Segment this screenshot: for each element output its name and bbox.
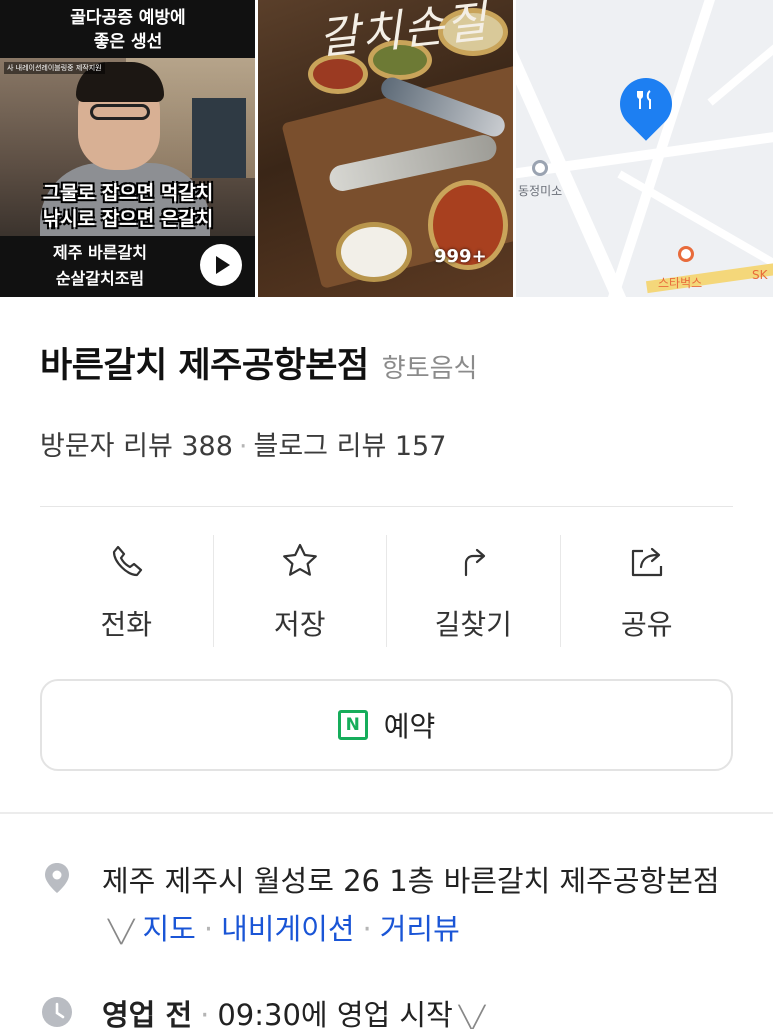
video-caption-bottom-line-2: 순살갈치조림 [55, 269, 145, 288]
hours-status: 영업 전 [102, 998, 193, 1029]
person-glasses [90, 104, 150, 120]
video-caption-bottom-text: 제주 바른갈치 순살갈치조림 [0, 240, 200, 292]
map-poi-icon [532, 160, 548, 176]
map-poi-label: SK [752, 268, 768, 282]
directions-icon [465, 548, 486, 577]
chevron-down-icon[interactable]: ╲╱ [459, 1006, 486, 1029]
action-bar: 전화 저장 길찾기 공유 [40, 535, 733, 647]
directions-button[interactable]: 길찾기 [386, 535, 560, 647]
save-label: 저장 [273, 608, 326, 641]
directions-label: 길찾기 [434, 608, 512, 641]
separator-dot: · [200, 998, 210, 1029]
hours-text-block: 영업 전 · 09:30에 영업 시작 ╲╱ [102, 991, 752, 1029]
call-button[interactable]: 전화 [40, 535, 213, 647]
separator-dot: · [238, 431, 248, 462]
video-tiny-tag: 사 내레이션레이블링중 제작지원 [4, 62, 105, 74]
share-icon [631, 547, 662, 577]
food-photo-title: 갈치손질 [316, 0, 491, 65]
video-overlay-line-1: 그물로 잡으면 먹갈치 [42, 182, 214, 204]
video-caption-top: 골다공증 예방에 좋은 생선 [0, 0, 255, 58]
visitor-review-link[interactable]: 방문자 리뷰 388 [40, 431, 233, 462]
share-button[interactable]: 공유 [559, 535, 734, 647]
phone-icon [113, 545, 143, 577]
video-caption-bottom: 제주 바른갈치 순살갈치조림 [0, 236, 255, 297]
place-title-row: 바른갈치 제주공항본점 향토음식 [40, 337, 477, 388]
play-icon[interactable] [200, 244, 242, 286]
save-button[interactable]: 저장 [212, 535, 387, 647]
location-pin-icon [45, 863, 69, 893]
separator-dot: · [203, 912, 214, 946]
separator-dot: · [362, 912, 372, 946]
address-text-block: 제주 제주시 월성로 26 1층 바른갈치 제주공항본점╲╱ 지도 · 내비게이션 · 거… [102, 857, 752, 957]
map-road [516, 0, 629, 297]
chevron-down-icon[interactable]: ╲╱ [108, 920, 135, 945]
share-label: 공유 [620, 608, 673, 641]
map-poi-icon [678, 246, 694, 262]
map-link[interactable]: 지도 [143, 912, 196, 946]
naver-booking-icon: N [337, 710, 368, 740]
video-caption-bottom-line-1: 제주 바른갈치 [53, 243, 147, 262]
review-summary: 방문자 리뷰 388 · 블로그 리뷰 157 [40, 424, 446, 463]
reserve-button[interactable]: N 예약 [40, 679, 733, 771]
mini-map[interactable]: 동정미소 스타벅스 SK [516, 0, 773, 297]
section-divider [0, 812, 773, 814]
navigation-link[interactable]: 내비게이션 [221, 912, 354, 946]
food-photo[interactable]: 갈치손질 999+ [258, 0, 513, 297]
video-overlay-line-2: 낚시로 잡으면 은갈치 [42, 208, 214, 230]
place-name: 바른갈치 제주공항본점 [40, 346, 369, 386]
address-text: 제주 제주시 월성로 26 1층 바른갈치 제주공항본점 [102, 864, 720, 898]
map-poi-label: 스타벅스 [658, 276, 703, 290]
video-thumbnail[interactable]: 골다공증 예방에 좋은 생선 사 내레이션레이블링중 제작지원 그물로 잡으면 … [0, 0, 255, 297]
clock-icon [42, 997, 72, 1027]
hours-detail: 09:30에 영업 시작 [217, 998, 453, 1029]
blog-review-link[interactable]: 블로그 리뷰 157 [254, 431, 447, 462]
map-poi-label: 동정미소 [518, 184, 563, 198]
rice-bowl [336, 222, 412, 282]
video-caption-top-line-1: 골다공증 예방에 [70, 8, 186, 28]
divider [40, 506, 733, 507]
photo-count-badge: 999+ [434, 246, 487, 267]
map-road [707, 22, 773, 106]
place-category: 향토음식 [381, 354, 478, 384]
street-view-link[interactable]: 거리뷰 [380, 912, 460, 946]
video-caption-top-line-2: 좋은 생선 [93, 32, 163, 52]
star-icon [282, 543, 317, 576]
video-window [192, 98, 246, 178]
fork-knife-icon [637, 90, 651, 109]
photo-strip: 골다공증 예방에 좋은 생선 사 내레이션레이블링중 제작지원 그물로 잡으면 … [0, 0, 773, 297]
reserve-label: 예약 [383, 710, 436, 743]
call-label: 전화 [100, 608, 153, 641]
